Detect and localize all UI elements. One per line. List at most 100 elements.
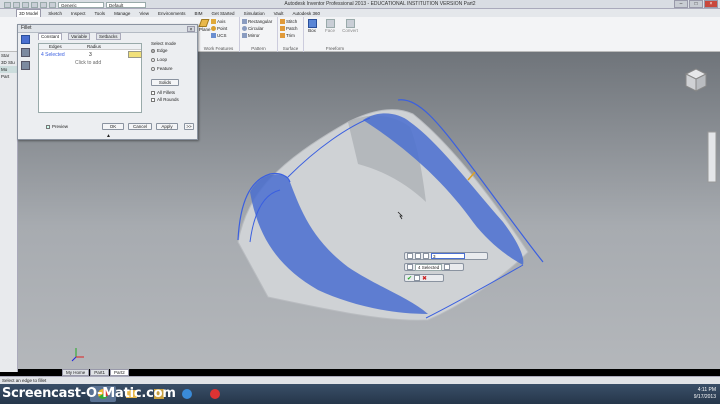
ok-button[interactable]: OK: [102, 123, 124, 130]
circular-button[interactable]: Circular: [242, 25, 272, 32]
selection-count[interactable]: 4 Selected: [415, 263, 443, 271]
solids-button[interactable]: Solids: [151, 79, 179, 86]
cancel-button[interactable]: Cancel: [128, 123, 152, 130]
edge-radio[interactable]: [151, 48, 155, 53]
fillet-type-icon[interactable]: [407, 253, 413, 259]
edge-select-icon[interactable]: [415, 253, 421, 259]
radius-value[interactable]: 3: [89, 52, 92, 58]
dialog-close-button[interactable]: ×: [187, 26, 195, 33]
face-button[interactable]: Face: [324, 19, 336, 33]
material-select[interactable]: Generic: [58, 1, 104, 8]
axis-button[interactable]: Axis: [211, 18, 227, 25]
tab-setbacks[interactable]: Setbacks: [96, 33, 121, 40]
ucs-button[interactable]: UCS: [211, 32, 227, 39]
navigation-bar[interactable]: [707, 131, 717, 183]
mode-feature-option[interactable]: Feature: [151, 66, 195, 71]
tab-variable[interactable]: Variable: [68, 33, 91, 40]
freeform-group: Box Face Convert Freeform: [304, 17, 366, 52]
point-button[interactable]: Point: [211, 25, 227, 32]
trim-button[interactable]: Trim: [280, 32, 298, 39]
all-rounds-checkbox[interactable]: [151, 97, 155, 102]
tab-sketch[interactable]: Sketch: [46, 11, 64, 16]
clock-time: 4:11 PM: [697, 387, 716, 393]
stitch-button[interactable]: Stitch: [280, 18, 298, 25]
new-icon[interactable]: [13, 1, 20, 8]
save-icon[interactable]: [31, 1, 38, 8]
model-browser: Star 3D Stu Mo Part: [0, 52, 18, 372]
ok-check-icon[interactable]: ✔: [407, 275, 412, 282]
add-icon[interactable]: [444, 264, 451, 270]
pattern-group: Rectangular Circular Mirror Pattern: [240, 17, 278, 52]
mode-edge-option[interactable]: Edge: [151, 48, 195, 53]
tab-tools[interactable]: Tools: [93, 11, 108, 16]
browser-item[interactable]: Mo: [0, 66, 17, 73]
tab-3d-model[interactable]: 3D Model: [16, 9, 42, 17]
tab-vault[interactable]: Vault: [272, 11, 286, 16]
mode-loop-option[interactable]: Loop: [151, 57, 195, 62]
edge-fillet-icon[interactable]: [21, 35, 30, 44]
apply-button[interactable]: Apply: [156, 123, 178, 130]
tab-environments[interactable]: Environments: [156, 11, 188, 16]
cancel-x-icon[interactable]: ✖: [422, 275, 427, 282]
plane-button[interactable]: Plane: [198, 19, 211, 37]
mirror-label: Mirror: [248, 33, 260, 38]
collapse-arrow-icon[interactable]: ▲: [106, 133, 111, 139]
recorder-taskbar-button[interactable]: [202, 386, 228, 402]
tab-constant[interactable]: Constant: [38, 33, 63, 40]
maximize-button[interactable]: □: [689, 0, 703, 8]
all-fillets-checkbox[interactable]: [151, 90, 155, 95]
box-button[interactable]: Box: [306, 19, 318, 33]
feature-radio[interactable]: [151, 66, 155, 71]
tab-simulation[interactable]: Simulation: [242, 11, 267, 16]
full-round-fillet-icon[interactable]: [21, 61, 30, 70]
all-rounds-option[interactable]: All Rounds: [151, 97, 195, 102]
tab-autodesk-360[interactable]: Autodesk 360: [291, 11, 323, 16]
convert-button[interactable]: Convert: [340, 19, 360, 33]
table-row[interactable]: 4 Selected 3: [41, 52, 139, 58]
tab-get-started[interactable]: Get Started: [210, 11, 237, 16]
doc-tab-my-home[interactable]: My Home: [62, 369, 90, 376]
all-fillets-option[interactable]: All Fillets: [151, 90, 195, 95]
face-fillet-icon[interactable]: [21, 48, 30, 57]
edge-count[interactable]: 4 Selected: [41, 52, 65, 58]
redo-icon[interactable]: [49, 1, 56, 8]
all-fillets-label: All Fillets: [157, 90, 176, 95]
stitch-icon: [280, 19, 285, 24]
preview-label: Preview: [52, 124, 69, 129]
apply-icon[interactable]: [414, 275, 421, 281]
document-tabs: My Home Part1 Part2: [62, 369, 129, 376]
doc-tab-part1[interactable]: Part1: [90, 369, 110, 376]
browser-item[interactable]: 3D Stu: [0, 59, 17, 66]
preview-option[interactable]: Preview: [46, 124, 68, 129]
radius-icon[interactable]: [423, 253, 429, 259]
system-clock[interactable]: 4:11 PM 9/17/2013: [694, 387, 716, 401]
tab-manage[interactable]: Manage: [112, 11, 132, 16]
selection-mini-toolbar: 4 Selected: [404, 263, 464, 271]
rectangular-button[interactable]: Rectangular: [242, 18, 272, 25]
doc-tab-part2[interactable]: Part2: [110, 369, 129, 376]
click-to-add[interactable]: Click to add: [75, 60, 101, 66]
minimize-button[interactable]: –: [674, 0, 688, 8]
plane-icon: [198, 19, 210, 27]
mirror-button[interactable]: Mirror: [242, 32, 272, 39]
app-menu-button[interactable]: [4, 1, 11, 8]
confirm-mini-toolbar: ✔ ✖: [404, 274, 444, 282]
tab-bim[interactable]: BIM: [193, 11, 205, 16]
patch-button[interactable]: Patch: [280, 25, 298, 32]
size-icon[interactable]: [128, 51, 142, 58]
view-cube[interactable]: [684, 68, 708, 92]
undo-icon[interactable]: [40, 1, 47, 8]
loop-radio[interactable]: [151, 57, 155, 62]
more-button[interactable]: >>: [184, 123, 194, 130]
app-taskbar-button[interactable]: [174, 386, 200, 402]
open-icon[interactable]: [22, 1, 29, 8]
preview-checkbox[interactable]: [46, 124, 50, 129]
tab-inspect[interactable]: Inspect: [69, 11, 88, 16]
browser-item[interactable]: Star: [0, 52, 17, 59]
select-icon[interactable]: [407, 264, 413, 270]
tab-view[interactable]: View: [137, 11, 151, 16]
radius-input[interactable]: 3: [431, 253, 465, 259]
browser-item[interactable]: Part: [0, 73, 17, 80]
appearance-select[interactable]: Default: [106, 1, 146, 8]
close-button[interactable]: ×: [704, 0, 718, 8]
